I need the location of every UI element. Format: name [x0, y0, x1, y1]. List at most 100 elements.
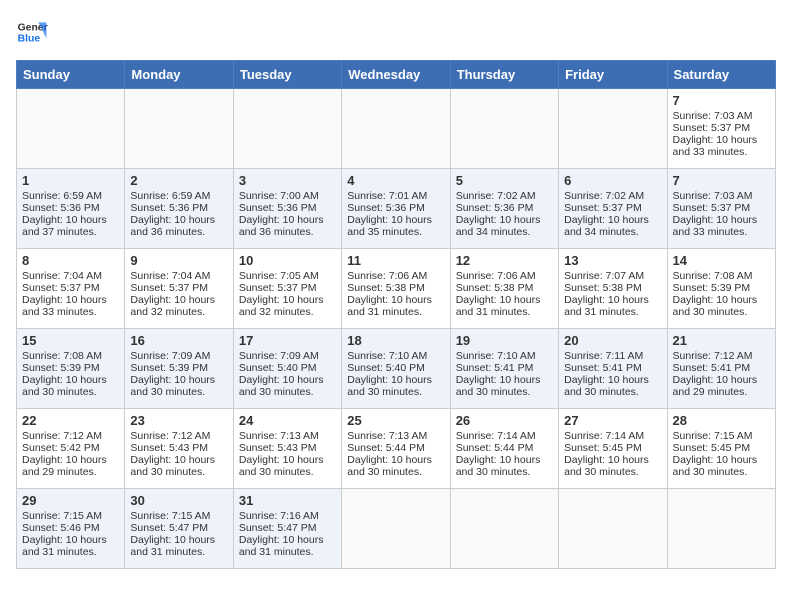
calendar-cell: 27Sunrise: 7:14 AMSunset: 5:45 PMDayligh…: [559, 409, 667, 489]
calendar-cell: 31Sunrise: 7:16 AMSunset: 5:47 PMDayligh…: [233, 489, 341, 569]
day-info-line: Sunset: 5:38 PM: [564, 282, 661, 294]
day-info-line: Daylight: 10 hours: [239, 374, 336, 386]
day-info-line: Sunset: 5:39 PM: [673, 282, 770, 294]
calendar-cell: [233, 89, 341, 169]
day-info-line: Daylight: 10 hours: [130, 534, 227, 546]
day-info-line: Daylight: 10 hours: [239, 294, 336, 306]
calendar-cell: 12Sunrise: 7:06 AMSunset: 5:38 PMDayligh…: [450, 249, 558, 329]
day-info-line: Sunrise: 7:02 AM: [564, 190, 661, 202]
day-number: 30: [130, 493, 227, 508]
day-number: 12: [456, 253, 553, 268]
day-info-line: and 30 minutes.: [564, 466, 661, 478]
day-info-line: Sunrise: 7:15 AM: [22, 510, 119, 522]
day-info-line: Daylight: 10 hours: [239, 454, 336, 466]
day-info-line: Daylight: 10 hours: [347, 454, 444, 466]
day-number: 18: [347, 333, 444, 348]
calendar-cell: 16Sunrise: 7:09 AMSunset: 5:39 PMDayligh…: [125, 329, 233, 409]
day-info-line: Sunrise: 7:03 AM: [673, 190, 770, 202]
day-number: 24: [239, 413, 336, 428]
calendar-cell: 11Sunrise: 7:06 AMSunset: 5:38 PMDayligh…: [342, 249, 450, 329]
day-info-line: Sunset: 5:37 PM: [22, 282, 119, 294]
day-info-line: Daylight: 10 hours: [564, 374, 661, 386]
day-info-line: and 34 minutes.: [456, 226, 553, 238]
day-info-line: Sunrise: 7:06 AM: [347, 270, 444, 282]
day-info-line: Sunset: 5:36 PM: [456, 202, 553, 214]
day-info-line: Daylight: 10 hours: [130, 374, 227, 386]
calendar-cell: 19Sunrise: 7:10 AMSunset: 5:41 PMDayligh…: [450, 329, 558, 409]
day-number: 29: [22, 493, 119, 508]
svg-text:Blue: Blue: [18, 34, 41, 45]
day-number: 9: [130, 253, 227, 268]
day-info-line: Sunset: 5:44 PM: [347, 442, 444, 454]
day-info-line: Sunrise: 7:10 AM: [456, 350, 553, 362]
day-info-line: Sunset: 5:39 PM: [130, 362, 227, 374]
calendar-week-4: 22Sunrise: 7:12 AMSunset: 5:42 PMDayligh…: [17, 409, 776, 489]
day-info-line: Sunset: 5:47 PM: [130, 522, 227, 534]
logo-icon: General Blue: [16, 16, 48, 48]
day-info-line: Sunrise: 7:03 AM: [673, 110, 770, 122]
day-info-line: Sunset: 5:36 PM: [239, 202, 336, 214]
day-number: 19: [456, 333, 553, 348]
day-info-line: Sunset: 5:46 PM: [22, 522, 119, 534]
calendar-cell: 21Sunrise: 7:12 AMSunset: 5:41 PMDayligh…: [667, 329, 775, 409]
day-info-line: Sunrise: 7:13 AM: [239, 430, 336, 442]
page-header: General Blue: [16, 16, 776, 48]
day-info-line: Sunrise: 7:04 AM: [22, 270, 119, 282]
day-info-line: Daylight: 10 hours: [564, 294, 661, 306]
day-info-line: Sunrise: 7:12 AM: [130, 430, 227, 442]
day-info-line: Sunset: 5:38 PM: [347, 282, 444, 294]
day-info-line: Sunrise: 7:02 AM: [456, 190, 553, 202]
calendar-cell: [559, 89, 667, 169]
day-info-line: and 30 minutes.: [347, 386, 444, 398]
day-info-line: Daylight: 10 hours: [347, 374, 444, 386]
day-info-line: Sunrise: 7:08 AM: [22, 350, 119, 362]
day-number: 2: [130, 173, 227, 188]
calendar-cell: 14Sunrise: 7:08 AMSunset: 5:39 PMDayligh…: [667, 249, 775, 329]
day-info-line: Sunset: 5:43 PM: [130, 442, 227, 454]
day-info-line: Sunset: 5:38 PM: [456, 282, 553, 294]
day-info-line: Sunrise: 7:07 AM: [564, 270, 661, 282]
day-number: 4: [347, 173, 444, 188]
calendar-cell: 29Sunrise: 7:15 AMSunset: 5:46 PMDayligh…: [17, 489, 125, 569]
calendar-cell: 22Sunrise: 7:12 AMSunset: 5:42 PMDayligh…: [17, 409, 125, 489]
day-info-line: Sunset: 5:39 PM: [22, 362, 119, 374]
day-info-line: Sunset: 5:37 PM: [130, 282, 227, 294]
day-info-line: Daylight: 10 hours: [130, 214, 227, 226]
day-info-line: Sunrise: 6:59 AM: [130, 190, 227, 202]
calendar-cell: 23Sunrise: 7:12 AMSunset: 5:43 PMDayligh…: [125, 409, 233, 489]
dow-header-monday: Monday: [125, 61, 233, 89]
day-info-line: Sunrise: 7:00 AM: [239, 190, 336, 202]
day-info-line: Sunset: 5:36 PM: [22, 202, 119, 214]
day-info-line: Sunrise: 7:10 AM: [347, 350, 444, 362]
day-info-line: and 31 minutes.: [564, 306, 661, 318]
calendar-cell: 4Sunrise: 7:01 AMSunset: 5:36 PMDaylight…: [342, 169, 450, 249]
calendar-cell: 7Sunrise: 7:03 AMSunset: 5:37 PMDaylight…: [667, 169, 775, 249]
day-info-line: Daylight: 10 hours: [673, 374, 770, 386]
calendar-cell: [450, 89, 558, 169]
day-info-line: Sunrise: 7:11 AM: [564, 350, 661, 362]
calendar-cell: [342, 89, 450, 169]
day-info-line: Sunset: 5:36 PM: [347, 202, 444, 214]
calendar-cell: [342, 489, 450, 569]
calendar-cell: 1Sunrise: 6:59 AMSunset: 5:36 PMDaylight…: [17, 169, 125, 249]
day-info-line: Sunrise: 7:14 AM: [564, 430, 661, 442]
day-info-line: Daylight: 10 hours: [456, 374, 553, 386]
dow-header-saturday: Saturday: [667, 61, 775, 89]
day-info-line: Sunrise: 7:16 AM: [239, 510, 336, 522]
day-info-line: Sunset: 5:40 PM: [347, 362, 444, 374]
day-number: 16: [130, 333, 227, 348]
day-number: 5: [456, 173, 553, 188]
day-info-line: and 30 minutes.: [456, 466, 553, 478]
day-info-line: Daylight: 10 hours: [673, 214, 770, 226]
day-info-line: and 32 minutes.: [130, 306, 227, 318]
day-info-line: Sunset: 5:43 PM: [239, 442, 336, 454]
calendar-body: 7Sunrise: 7:03 AMSunset: 5:37 PMDaylight…: [17, 89, 776, 569]
calendar-week-3: 15Sunrise: 7:08 AMSunset: 5:39 PMDayligh…: [17, 329, 776, 409]
day-info-line: and 31 minutes.: [22, 546, 119, 558]
dow-header-sunday: Sunday: [17, 61, 125, 89]
day-info-line: Daylight: 10 hours: [456, 214, 553, 226]
day-info-line: Daylight: 10 hours: [347, 294, 444, 306]
day-info-line: Sunset: 5:45 PM: [673, 442, 770, 454]
day-info-line: Daylight: 10 hours: [347, 214, 444, 226]
calendar-cell: [125, 89, 233, 169]
